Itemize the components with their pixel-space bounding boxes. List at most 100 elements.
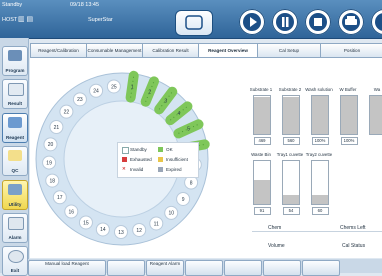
tab-reagent-overview[interactable]: Reagent Overview [198,43,258,58]
reagent-slot-1[interactable]: 1 [125,70,139,103]
sidebar-item-label: Result [7,101,23,106]
standby-swatch [122,147,129,154]
alarm-icon [8,217,24,230]
tab-reagent-calibration[interactable]: Reagent/Calibration [30,43,87,58]
reagent-slot-16[interactable]: 16 [64,204,79,219]
action-button-7[interactable] [302,260,340,276]
slot-number: 24 [93,89,99,95]
sidebar-item-program[interactable]: Program [2,46,28,76]
slot-number: 20 [48,142,54,148]
tab-calibration-result[interactable]: Calibration Result [142,43,199,58]
exit-icon [8,250,24,263]
sidebar-item-label: Utility [8,202,22,207]
consumable-value: 100% [340,137,358,145]
expired-swatch [158,167,163,172]
sidebar-item-utility[interactable]: Utility [2,180,28,210]
sidebar-item-label: QC [11,168,19,173]
consumable-gauge [282,95,300,135]
slot-number: 18 [49,178,55,184]
legend-expired: Expired [166,167,182,172]
home-button[interactable] [175,10,213,36]
reagent-slot-17[interactable]: 17 [52,190,67,205]
tab-consumable-management[interactable]: Consumable Management [86,43,143,58]
reagent-slot-19[interactable]: 19 [42,155,57,170]
reagent-slot-22[interactable]: 22 [59,104,74,119]
consumable-label: W Buffer [339,87,357,92]
volume-label: Volume [268,243,285,249]
program-icon [8,50,22,61]
slot-number: 1 [131,85,134,91]
waste-cuvette-level [312,195,328,204]
reagent-slot-12[interactable]: 12 [132,222,147,237]
sidebar-item-result[interactable]: Result [2,79,28,109]
consumable-level [370,96,382,134]
slot-number: 5 [187,127,190,133]
action-button-6[interactable] [263,260,301,276]
stop-icon [314,18,322,26]
slot-number: 25 [111,84,117,90]
exhausted-swatch [122,157,127,162]
reagent-slot-10[interactable]: 10 [164,205,179,220]
extra-button[interactable] [371,9,382,35]
consumable-value: 560 [282,137,300,145]
action-button-2[interactable] [107,260,145,276]
consumable-label: Wash solution [305,87,333,92]
result-icon [8,83,24,96]
tab-cal-setup[interactable]: Cal Setup [257,43,321,58]
sidebar-item-alarm[interactable]: Alarm [2,213,28,243]
reagent-slot-25[interactable]: 25 [106,79,121,94]
stop-button[interactable] [305,9,331,35]
printer-button[interactable] [338,9,364,35]
system-name: SuperStar [88,17,113,23]
legend-insufficient: Insufficient [166,157,188,162]
utility-icon [8,184,22,195]
reagent-slot-18[interactable]: 18 [45,173,60,188]
pause-button[interactable] [272,9,298,35]
slot-number: 13 [118,230,124,236]
slot-number: 12 [136,228,142,234]
consumable-label: Substrate 2 [278,87,302,92]
sidebar-item-reagent[interactable]: Reagent [2,113,28,143]
status-legend: Standby OK Exhausted Insufficient ✕ Inva… [117,142,199,178]
reagent-slot-13[interactable]: 13 [113,224,128,239]
consumable-value: 469 [253,137,271,145]
consumable-level [254,97,270,134]
play-icon [250,17,257,27]
consumable-gauge [311,95,329,135]
action-button-4[interactable] [185,260,223,276]
sidebar-item-exit[interactable]: Exit [2,246,28,276]
slot-number: 2 [148,89,151,95]
tab-position[interactable]: Position [320,43,382,58]
start-button[interactable] [239,9,265,35]
waste-cuvette-level [283,195,299,204]
reagent-slot-23[interactable]: 23 [72,92,87,107]
slot-number: 9 [182,197,185,203]
waste-cuvette-gauge [282,160,300,205]
waste-cuvette-label: Tray1 cuvette [276,152,304,157]
slot-number: 22 [64,109,70,115]
reagent-slot-14[interactable]: 14 [95,222,110,237]
reagent-slot-20[interactable]: 20 [43,137,58,152]
reagent-slot-21[interactable]: 21 [49,119,64,134]
consumable-gauge [253,95,271,135]
cal-status-label: Cal Status [342,243,366,249]
waste-cuvette-label: Waste Bin [251,152,271,157]
reagent-slot-9[interactable]: 9 [176,191,191,206]
host-status: HOST [2,17,18,23]
reagent-alarm-button[interactable]: Reagent Alarm [146,260,184,276]
printer-icon [345,16,357,25]
legend-exhausted: Exhausted [130,157,152,162]
slot-number: 10 [168,211,174,217]
sidebar-item-label: Program [5,68,25,73]
datetime: 09/18 13:45 [70,2,100,8]
sidebar: Program Result Reagent QC Utility Alarm … [0,38,29,276]
slot-number: 8 [190,180,193,186]
reagent-slot-11[interactable]: 11 [149,216,164,231]
manual-load-reagent-button[interactable]: Manual load Reagent [28,260,106,276]
consumable-level [341,96,357,134]
reagent-slot-24[interactable]: 24 [89,83,104,98]
chems-left-label: Chems Left [340,225,366,231]
sidebar-item-qc[interactable]: QC [2,146,28,176]
action-button-5[interactable] [224,260,262,276]
reagent-slot-15[interactable]: 15 [78,215,93,230]
